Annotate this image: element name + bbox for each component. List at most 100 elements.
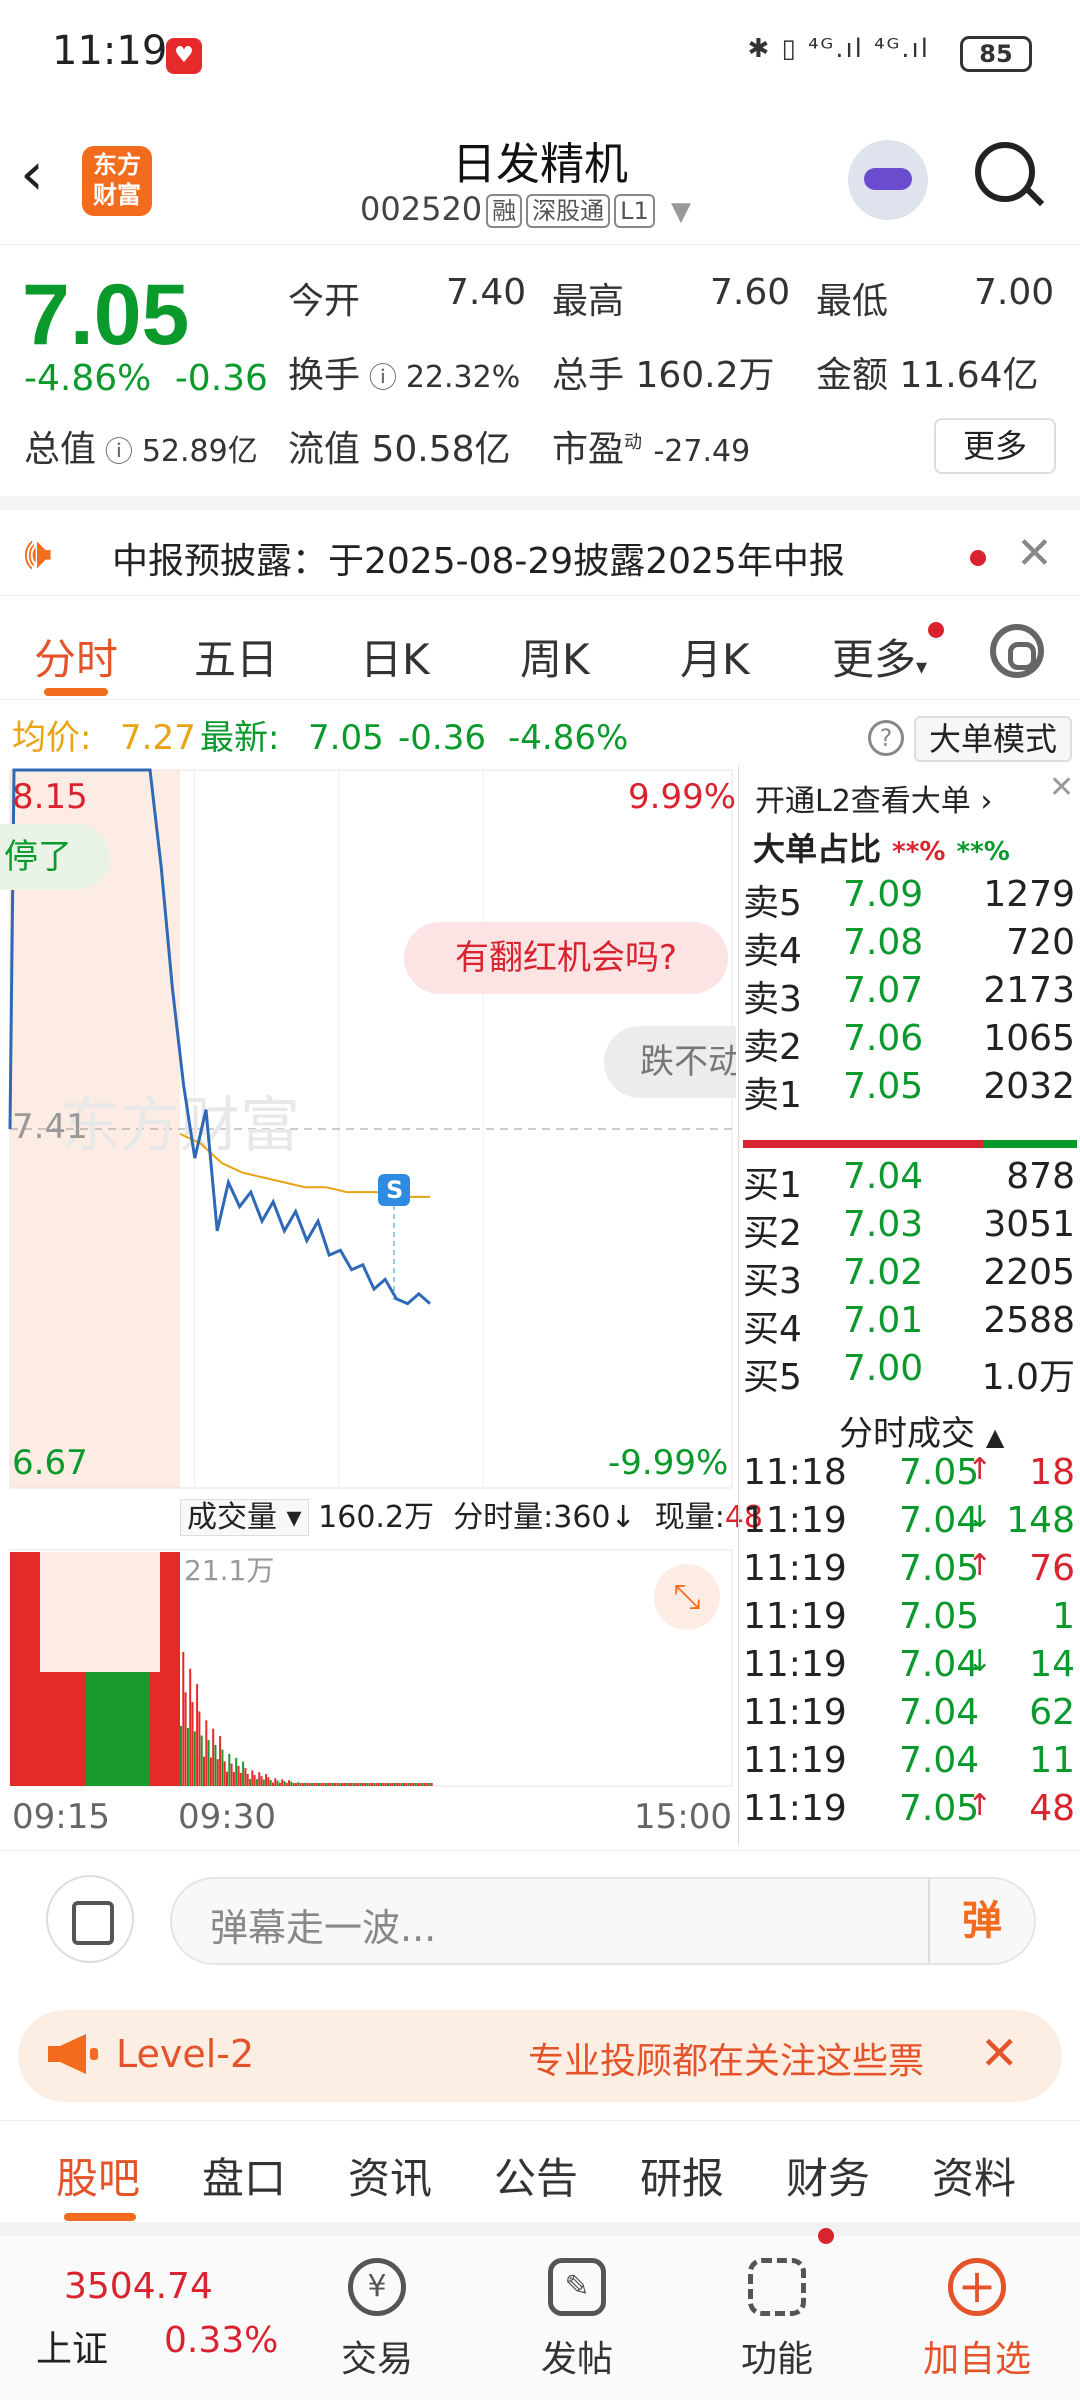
tab-5day[interactable]: 五日 [194, 626, 278, 687]
tick-time: 11:18 [743, 1452, 847, 1493]
volume-bar [295, 1783, 297, 1786]
danmu-settings-icon[interactable] [46, 1875, 134, 1963]
ask-row[interactable]: 卖1 7.05 2032 [739, 1066, 1080, 1116]
intraday-chart[interactable]: 东方财富 S 8.15 7.41 6.67 9.99% -9.99% 21.1万… [0, 766, 763, 1846]
help-icon[interactable]: ? [868, 720, 904, 756]
low-field: 最低 [816, 281, 889, 322]
tick-direction: ↑ [967, 1788, 993, 1823]
ask-row[interactable]: 卖5 7.09 1279 [739, 874, 1080, 924]
ask-label: 卖2 [743, 1027, 802, 1068]
volume-bar [226, 1771, 228, 1786]
volume-bar [274, 1778, 277, 1786]
search-icon[interactable] [975, 142, 1035, 202]
expand-icon[interactable]: ⤡ [654, 1564, 720, 1630]
bid-row[interactable]: 买2 7.03 3051 [739, 1204, 1080, 1254]
bullet-comment-3[interactable]: 跌不动 [604, 1026, 736, 1098]
latest-change: -0.36 [398, 718, 486, 758]
volume-bar [182, 1651, 185, 1786]
tick-time: 11:19 [743, 1740, 847, 1781]
volume-bar [396, 1783, 399, 1786]
banner-text: 专业投顾都在关注这些票 [528, 2041, 925, 2082]
more-quote-button[interactable]: 更多 [934, 418, 1056, 474]
level2-banner[interactable]: Level-2 专业投顾都在关注这些票 ✕ [18, 2010, 1062, 2102]
big-order-mode-button[interactable]: 大单模式 [914, 716, 1072, 762]
close-icon[interactable]: ✕ [1049, 770, 1074, 805]
l2-upsell-link[interactable]: 开通L2查看大单 › [755, 776, 992, 820]
tick-volume: 1 [1052, 1596, 1075, 1637]
volume-bar [255, 1779, 258, 1786]
tab-finance[interactable]: 财务 [786, 2145, 870, 2206]
volume-bar [207, 1740, 210, 1786]
danmu-send-button[interactable]: 弹 [928, 1879, 1034, 1963]
ask-row[interactable]: 卖2 7.06 1065 [739, 1018, 1080, 1068]
volume-bar [196, 1684, 199, 1786]
assistant-robot-icon[interactable] [848, 140, 928, 220]
buy-sell-ratio-bar [743, 1140, 1077, 1148]
change-amount: -0.36 [174, 358, 268, 399]
tick-direction: ↑ [967, 1452, 993, 1487]
tab-daily[interactable]: 日K [360, 626, 430, 687]
bid-label: 买4 [743, 1309, 802, 1350]
tick-time: 11:19 [743, 1500, 847, 1541]
volume-bar [430, 1783, 433, 1786]
bid-row[interactable]: 买1 7.04 878 [739, 1156, 1080, 1206]
stock-code-row[interactable]: 002520 融深股通 L1 ▼ [360, 190, 691, 228]
tag-connect: 深股通 [526, 194, 611, 228]
tick-time: 11:19 [743, 1644, 847, 1685]
dropdown-icon[interactable]: ▼ [671, 197, 691, 227]
volume-bar [343, 1783, 346, 1786]
bullet-comment-2[interactable]: 有翻红机会吗? [404, 922, 728, 994]
notice-bar[interactable]: 🕪 中报预披露：于2025-08-29披露2025年中报 ✕ [0, 496, 1080, 596]
notification-icon: ♥ [166, 38, 202, 74]
volume-bar [428, 1783, 431, 1786]
tab-announcements[interactable]: 公告 [494, 2145, 578, 2206]
bullet-comment-1[interactable]: 停了 [0, 824, 110, 890]
bid-price: 7.03 [843, 1204, 924, 1245]
tab-intraday[interactable]: 分时 [34, 626, 118, 696]
tab-profile[interactable]: 资料 [932, 2145, 1016, 2206]
nav-post[interactable]: ✎ 发帖 [512, 2258, 642, 2382]
volume-value: 160.2万 [635, 355, 775, 396]
settings-icon[interactable] [990, 624, 1044, 678]
tab-more[interactable]: 更多▾ [832, 626, 927, 687]
tab-research[interactable]: 研报 [640, 2145, 724, 2206]
tab-news[interactable]: 资讯 [348, 2145, 432, 2206]
close-icon[interactable]: ✕ [1016, 528, 1053, 579]
danmu-input[interactable]: 弹幕走一波... 弹 [170, 1877, 1036, 1965]
volume-bar [276, 1780, 279, 1786]
volume-bar [186, 1727, 189, 1786]
tab-weekly[interactable]: 周K [520, 626, 590, 687]
status-bar: 11:19 ♥ ✱ ▯ ⁴ᴳ.ıl ⁴ᴳ.ıl 85 [0, 0, 1080, 110]
bid-row[interactable]: 买3 7.02 2205 [739, 1252, 1080, 1302]
bid-volume: 2588 [983, 1300, 1075, 1341]
volume-bar [230, 1763, 233, 1786]
volume-bar [366, 1783, 369, 1786]
mktcap-value: 52.89亿 [141, 434, 258, 469]
battery-icon: 85 [960, 36, 1032, 72]
bid-row[interactable]: 买4 7.01 2588 [739, 1300, 1080, 1350]
ask-row[interactable]: 卖4 7.08 720 [739, 922, 1080, 972]
pe-value: -27.49 [653, 434, 751, 469]
index-value[interactable]: 3504.74 [64, 2266, 213, 2307]
tab-forum[interactable]: 股吧 [56, 2145, 140, 2221]
tick-time: 11:19 [743, 1692, 847, 1733]
tick-direction: ↓ [967, 1644, 993, 1679]
bid-row[interactable]: 买5 7.00 1.0万 [739, 1348, 1080, 1398]
ask-label: 卖1 [743, 1075, 802, 1116]
volume-bar [223, 1761, 226, 1786]
nav-trade[interactable]: ¥ 交易 [312, 2258, 442, 2382]
volume-bar [350, 1783, 353, 1786]
grid-icon [748, 2258, 806, 2316]
volume-bar [313, 1783, 316, 1786]
close-icon[interactable]: ✕ [980, 2026, 1019, 2080]
current-price: 7.05 [22, 267, 190, 363]
bid-price: 7.01 [843, 1300, 924, 1341]
ask-row[interactable]: 卖3 7.07 2173 [739, 970, 1080, 1020]
tab-monthly[interactable]: 月K [680, 626, 750, 687]
tab-orderbook[interactable]: 盘口 [202, 2145, 286, 2206]
nav-functions[interactable]: 功能 [712, 2258, 842, 2382]
volume-type-select[interactable]: 成交量 ▾ [180, 1499, 309, 1536]
ticks-title[interactable]: 分时成交 ▲ [839, 1406, 1004, 1455]
post-icon: ✎ [548, 2258, 606, 2316]
nav-add-watchlist[interactable]: + 加自选 [912, 2258, 1042, 2382]
